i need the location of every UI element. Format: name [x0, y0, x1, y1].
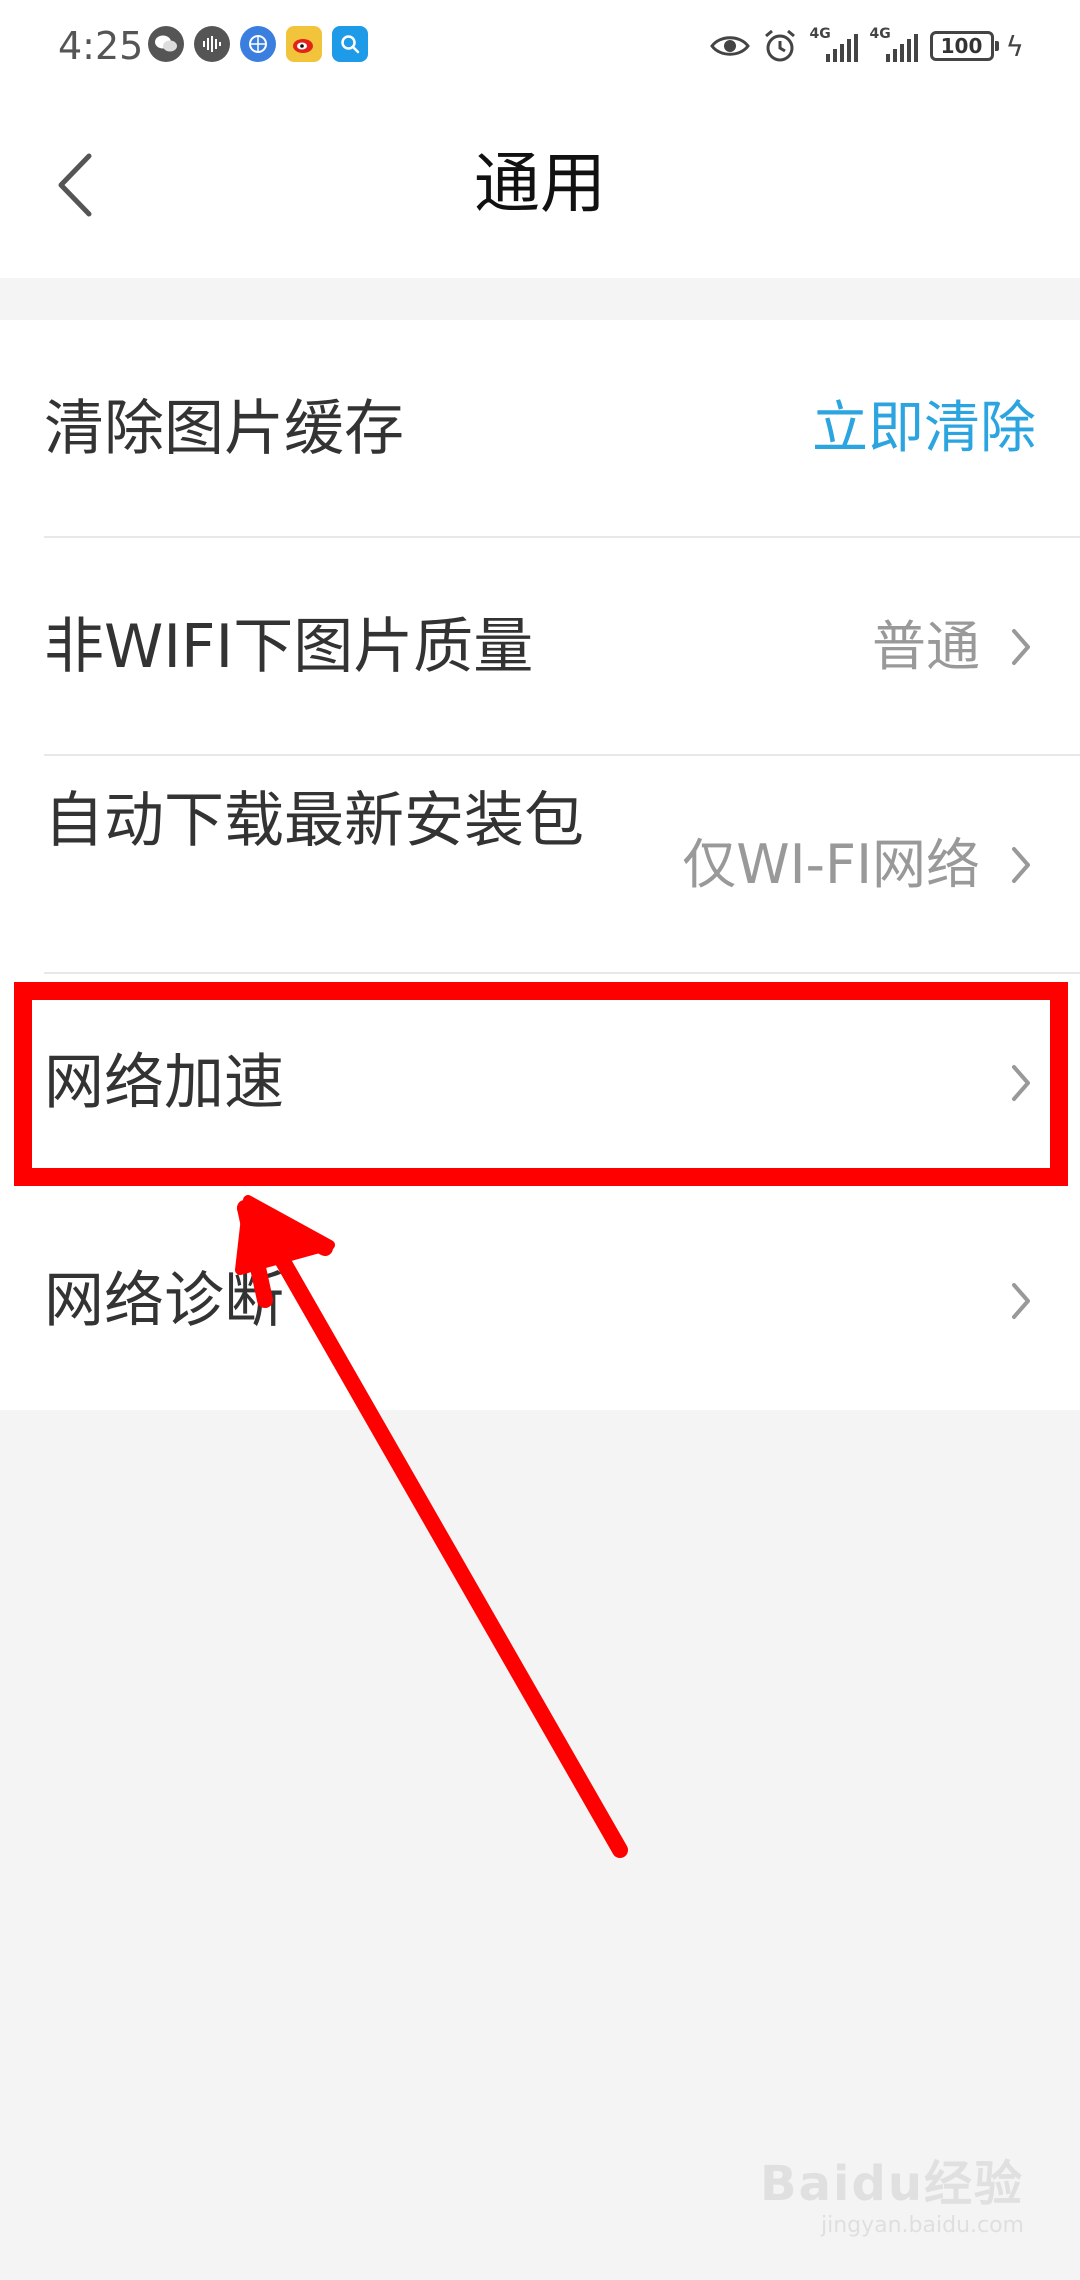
- watermark-main: Baidu经验: [760, 2156, 1024, 2212]
- notification-icons: [148, 26, 368, 62]
- eye-icon: [709, 36, 750, 56]
- system-status-icons: 4G 4G 100 ϟ: [709, 24, 1024, 68]
- page-title: 通用: [474, 145, 606, 222]
- status-bar: 4:25 4G 4G 100 ϟ: [0, 0, 1080, 92]
- setting-label: 网络加速: [44, 1048, 284, 1118]
- watermark: Baidu经验 jingyan.baidu.com: [760, 2156, 1024, 2240]
- chevron-right-icon: [1006, 1058, 1036, 1108]
- settings-list: 清除图片缓存 立即清除 非WIFI下图片质量 普通 自动下载最新安装包 仅WI-…: [0, 320, 1080, 1410]
- setting-row-network-diagnosis[interactable]: 网络诊断: [0, 1192, 1080, 1410]
- chevron-right-icon: [1006, 622, 1036, 672]
- chevron-right-icon: [1006, 1276, 1036, 1326]
- setting-label: 网络诊断: [44, 1266, 284, 1336]
- setting-label: 清除图片缓存: [44, 394, 404, 464]
- weibo-icon: [286, 26, 322, 62]
- setting-row-auto-download-package[interactable]: 自动下载最新安装包 仅WI-FI网络: [0, 756, 1080, 974]
- setting-value: 仅WI-FI网络: [682, 833, 980, 896]
- chevron-right-icon: [1006, 840, 1036, 890]
- setting-label: 自动下载最新安装包: [44, 786, 584, 856]
- signal-4g-icon: 4G: [810, 26, 858, 66]
- battery-icon: 100: [929, 31, 999, 61]
- search-app-icon: [332, 26, 368, 62]
- clear-now-button[interactable]: 立即清除: [812, 389, 1036, 469]
- signal-4g-icon: 4G: [870, 26, 918, 66]
- setting-row-network-acceleration[interactable]: 网络加速: [0, 974, 1080, 1192]
- setting-row-non-wifi-image-quality[interactable]: 非WIFI下图片质量 普通: [0, 538, 1080, 756]
- status-time: 4:25: [58, 24, 144, 68]
- charging-icon: ϟ: [1005, 29, 1024, 63]
- watermark-sub: jingyan.baidu.com: [820, 2213, 1024, 2238]
- alarm-icon: [764, 29, 795, 62]
- voice-assistant-icon: [194, 26, 230, 62]
- wechat-icon: [148, 26, 184, 62]
- section-gap: [0, 278, 1080, 321]
- setting-value: 普通: [872, 615, 980, 678]
- battery-level: 100: [940, 34, 983, 58]
- navigation-header: 通用: [0, 92, 1080, 278]
- setting-row-clear-image-cache: 清除图片缓存 立即清除: [0, 320, 1080, 538]
- setting-label: 非WIFI下图片质量: [44, 612, 534, 682]
- browser-icon: [240, 26, 276, 62]
